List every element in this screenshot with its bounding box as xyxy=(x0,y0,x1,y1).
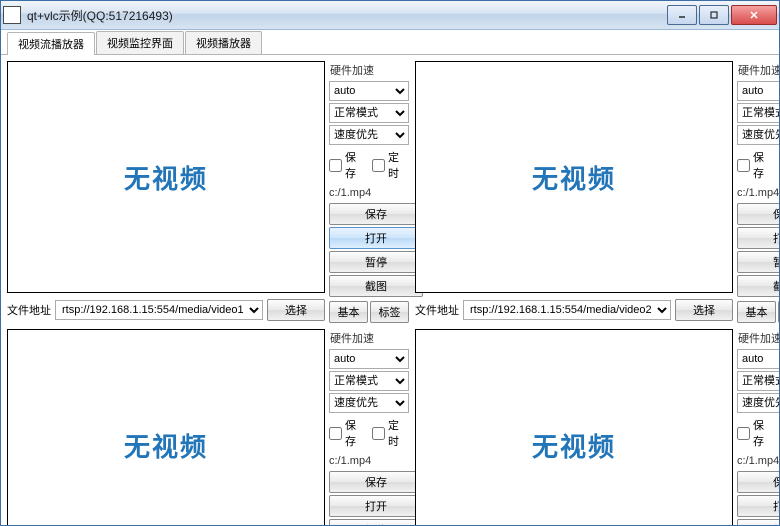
basic-button[interactable]: 基本 xyxy=(737,301,776,323)
priority-select[interactable]: 速度优先 xyxy=(329,125,409,145)
hw-accel-select[interactable]: auto xyxy=(737,81,779,101)
open-button[interactable]: 打开 xyxy=(737,495,779,517)
minimize-button[interactable] xyxy=(667,5,697,25)
save-checkbox[interactable]: 保存 xyxy=(329,417,366,449)
hw-accel-label: 硬件加速 xyxy=(737,61,779,79)
save-button[interactable]: 保存 xyxy=(329,471,423,493)
save-checkbox[interactable]: 保存 xyxy=(737,149,774,181)
save-checkbox[interactable]: 保存 xyxy=(737,417,774,449)
no-video-label: 无视频 xyxy=(532,159,616,196)
file-path: c:/1.mp4 xyxy=(737,185,779,201)
video-area: 无视频 xyxy=(7,329,325,525)
tab-stream-player[interactable]: 视频流播放器 xyxy=(7,32,95,55)
timer-checkbox[interactable]: 定时 xyxy=(372,149,409,181)
player-panel: 无视频 硬件加速 auto 正常模式 速度优先 保存 定时 c:/1.mp4 保… xyxy=(7,61,409,323)
url-input[interactable]: rtsp://192.168.1.15:554/media/video1 xyxy=(55,300,263,320)
window-title: qt+vlc示例(QQ:517216493) xyxy=(27,7,667,24)
save-button[interactable]: 保存 xyxy=(737,471,779,493)
select-button[interactable]: 选择 xyxy=(675,299,733,321)
url-input[interactable]: rtsp://192.168.1.15:554/media/video2 xyxy=(463,300,671,320)
tab-video-player[interactable]: 视频播放器 xyxy=(185,31,262,54)
save-checkbox[interactable]: 保存 xyxy=(329,149,366,181)
select-button[interactable]: 选择 xyxy=(267,299,325,321)
mode-select[interactable]: 正常模式 xyxy=(329,103,409,123)
pause-button[interactable]: 暂停 xyxy=(329,251,423,273)
url-label: 文件地址 xyxy=(415,302,459,318)
hw-accel-select[interactable]: auto xyxy=(329,81,409,101)
no-video-label: 无视频 xyxy=(124,427,208,464)
mode-select[interactable]: 正常模式 xyxy=(737,371,779,391)
video-area: 无视频 xyxy=(415,329,733,525)
mode-select[interactable]: 正常模式 xyxy=(737,103,779,123)
player-grid: 无视频 硬件加速 auto 正常模式 速度优先 保存 定时 c:/1.mp4 保… xyxy=(1,55,779,525)
hw-accel-label: 硬件加速 xyxy=(737,329,779,347)
hw-accel-label: 硬件加速 xyxy=(329,61,409,79)
capture-button[interactable]: 截图 xyxy=(737,275,779,297)
pause-button[interactable]: 暂停 xyxy=(737,519,779,525)
save-button[interactable]: 保存 xyxy=(737,203,779,225)
video-area: 无视频 xyxy=(415,61,733,293)
hw-accel-label: 硬件加速 xyxy=(329,329,409,347)
priority-select[interactable]: 速度优先 xyxy=(737,125,779,145)
save-button[interactable]: 保存 xyxy=(329,203,423,225)
close-button[interactable] xyxy=(731,5,777,25)
app-icon xyxy=(3,6,21,24)
player-panel: 无视频 硬件加速 auto 正常模式 速度优先 保存 定时 c:/1.mp4 保… xyxy=(415,329,779,525)
no-video-label: 无视频 xyxy=(124,159,208,196)
file-path: c:/1.mp4 xyxy=(329,453,409,469)
url-label: 文件地址 xyxy=(7,302,51,318)
basic-button[interactable]: 基本 xyxy=(329,301,368,323)
timer-checkbox[interactable]: 定时 xyxy=(372,417,409,449)
maximize-button[interactable] xyxy=(699,5,729,25)
titlebar: qt+vlc示例(QQ:517216493) xyxy=(1,1,779,30)
player-panel: 无视频 硬件加速 auto 正常模式 速度优先 保存 定时 c:/1.mp4 保… xyxy=(415,61,779,323)
priority-select[interactable]: 速度优先 xyxy=(737,393,779,413)
hw-accel-select[interactable]: auto xyxy=(737,349,779,369)
tag-button[interactable]: 标签 xyxy=(778,301,779,323)
tab-monitor[interactable]: 视频监控界面 xyxy=(96,31,184,54)
open-button[interactable]: 打开 xyxy=(329,227,423,249)
no-video-label: 无视频 xyxy=(532,427,616,464)
tag-button[interactable]: 标签 xyxy=(370,301,409,323)
pause-button[interactable]: 暂停 xyxy=(737,251,779,273)
hw-accel-select[interactable]: auto xyxy=(329,349,409,369)
capture-button[interactable]: 截图 xyxy=(329,275,423,297)
file-path: c:/1.mp4 xyxy=(737,453,779,469)
file-path: c:/1.mp4 xyxy=(329,185,409,201)
player-panel: 无视频 硬件加速 auto 正常模式 速度优先 保存 定时 c:/1.mp4 保… xyxy=(7,329,409,525)
open-button[interactable]: 打开 xyxy=(737,227,779,249)
tab-bar: 视频流播放器 视频监控界面 视频播放器 xyxy=(1,30,779,55)
video-area: 无视频 xyxy=(7,61,325,293)
priority-select[interactable]: 速度优先 xyxy=(329,393,409,413)
pause-button[interactable]: 暂停 xyxy=(329,519,423,525)
mode-select[interactable]: 正常模式 xyxy=(329,371,409,391)
open-button[interactable]: 打开 xyxy=(329,495,423,517)
